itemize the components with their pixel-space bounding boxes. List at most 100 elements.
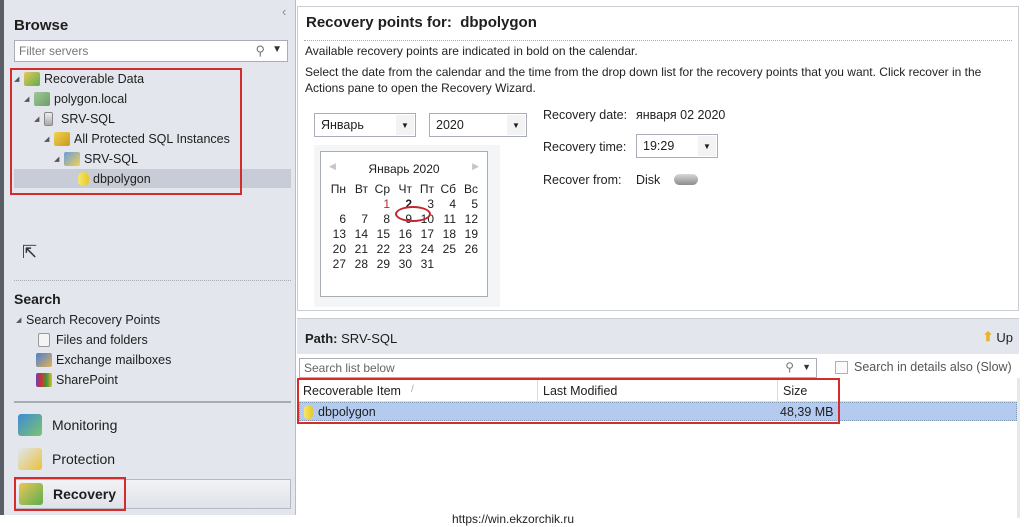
calendar-day[interactable]: 7 (349, 212, 371, 227)
list-highlight (297, 378, 840, 424)
tree-item-label: Recoverable Data (44, 72, 145, 86)
expand-icon[interactable]: ◢ (44, 135, 54, 143)
server-icon (44, 112, 53, 126)
calendar-day[interactable]: 30 (393, 257, 415, 272)
tree-item-server[interactable]: ◢ SRV-SQL (34, 109, 115, 129)
weekday-header: Вс (463, 182, 478, 196)
dropdown-arrow-icon[interactable]: ▼ (396, 115, 414, 135)
calendar-day[interactable]: 11 (437, 212, 459, 227)
calendar-day[interactable]: 29 (371, 257, 393, 272)
calendar-day[interactable]: 12 (459, 212, 481, 227)
dropdown-arrow-icon[interactable]: ▼ (698, 136, 716, 156)
info-text-2: Select the date from the calendar and th… (305, 65, 982, 95)
expand-icon[interactable]: ◢ (14, 75, 24, 83)
month-select[interactable]: Январь ▼ (314, 113, 416, 137)
search-heading: Search (14, 291, 61, 307)
up-arrow-icon: ⬆ (982, 329, 994, 344)
calendar-day[interactable]: 28 (349, 257, 371, 272)
calendar-day[interactable]: 24 (415, 242, 437, 257)
recovery-date-label: Recovery date: (543, 108, 628, 122)
calendar-day[interactable]: 20 (327, 242, 349, 257)
search-item-sharepoint[interactable]: SharePoint (36, 373, 118, 387)
calendar-grid: Пн Вт Ср Чт Пт Сб Вс 1 2 3 4 5 6 7 8 9 10 11 12 13 14 15 16 17 1… (327, 182, 481, 272)
calendar-day[interactable]: 31 (415, 257, 437, 272)
calendar-day[interactable]: 27 (327, 257, 349, 272)
divider (304, 40, 1012, 41)
path-bar: Path: SRV-SQL ⬆ Up (297, 318, 1019, 354)
calendar-day[interactable]: 23 (393, 242, 415, 257)
nav-protection[interactable]: Protection (14, 444, 291, 474)
calendar-day[interactable]: 18 (437, 227, 459, 242)
recovery-highlight (14, 477, 126, 511)
chevron-down-icon[interactable]: ▼ (802, 362, 811, 372)
title-prefix: Recovery points for: (306, 14, 452, 31)
search-item-label: Exchange mailboxes (56, 353, 172, 367)
search-recovery-points[interactable]: ◢ Search Recovery Points (16, 313, 160, 327)
search-root-label: Search Recovery Points (26, 313, 161, 327)
disk-icon (674, 174, 698, 185)
tree-item-label: dbpolygon (93, 172, 151, 186)
path-value: SRV-SQL (341, 331, 398, 346)
year-value: 2020 (436, 118, 464, 132)
recover-from-value: Disk (636, 173, 661, 187)
month-value: Январь (321, 118, 364, 132)
search-item-files[interactable]: Files and folders (38, 333, 148, 347)
recover-from-label: Recover from: (543, 173, 622, 187)
calendar-day[interactable]: 19 (459, 227, 481, 242)
filter-servers-input[interactable]: Filter servers ⚲ ▼ (14, 40, 288, 62)
tree-item-label: SRV-SQL (84, 152, 138, 166)
calendar-day[interactable]: 5 (459, 197, 481, 212)
search-placeholder: Search list below (304, 361, 395, 375)
calendar-day[interactable]: 14 (349, 227, 371, 242)
tree-item-sql-server[interactable]: ◢ SRV-SQL (54, 149, 138, 169)
calendar-day[interactable]: 6 (327, 212, 349, 227)
calendar-day[interactable]: 8 (371, 212, 393, 227)
calendar-day[interactable]: 4 (437, 197, 459, 212)
tree-item-sql-instances[interactable]: ◢ All Protected SQL Instances (44, 129, 230, 149)
calendar-day[interactable]: 22 (371, 242, 393, 257)
search-list-input[interactable]: Search list below ⚲ ▼ (299, 358, 817, 378)
search-icon[interactable]: ⚲ (785, 360, 794, 374)
expand-icon[interactable]: ◢ (16, 316, 26, 324)
calendar-day[interactable]: 1 (371, 197, 393, 212)
watermark: https://win.ekzorchik.ru (452, 512, 575, 526)
nav-monitoring[interactable]: Monitoring (14, 410, 291, 440)
title-target: dbpolygon (460, 14, 537, 31)
checkbox[interactable] (835, 360, 848, 374)
tree-item-database[interactable]: dbpolygon (78, 169, 151, 189)
calendar-container: ◀ Январь 2020 ▶ Пн Вт Ср Чт Пт Сб Вс 1 2 3 4 5 6 7 8 9 1… (314, 145, 500, 307)
calendar-blank (349, 197, 371, 212)
weekday-header: Чт (398, 182, 413, 196)
calendar-day[interactable]: 25 (437, 242, 459, 257)
expand-icon[interactable]: ◢ (54, 155, 64, 163)
calendar-day[interactable]: 16 (393, 227, 415, 242)
search-details-checkbox[interactable]: Search in details also (Slow) (835, 360, 1012, 374)
divider (14, 401, 291, 403)
scrollbar[interactable] (1017, 378, 1020, 518)
tree-item-recoverable-data[interactable]: ◢ Recoverable Data (14, 69, 144, 89)
calendar-day[interactable]: 15 (371, 227, 393, 242)
chevron-down-icon[interactable]: ▼ (272, 44, 282, 55)
exchange-icon (36, 353, 52, 367)
calendar-day[interactable]: 26 (459, 242, 481, 257)
navigation-pane: ‹ Browse Filter servers ⚲ ▼ ◢ Recoverabl… (0, 0, 296, 515)
calendar-header: Январь 2020 (368, 162, 440, 176)
next-month-icon[interactable]: ▶ (472, 161, 479, 172)
nav-label: Monitoring (52, 417, 118, 433)
expand-icon[interactable]: ◢ (24, 95, 34, 103)
calendar-day[interactable]: 21 (349, 242, 371, 257)
sql-instances-icon (54, 132, 70, 146)
recoverable-data-icon (24, 72, 40, 86)
calendar-day[interactable]: 13 (327, 227, 349, 242)
up-button[interactable]: ⬆ Up (982, 329, 1013, 345)
recovery-time-select[interactable]: 19:29 ▼ (636, 134, 718, 158)
calendar-day[interactable]: 17 (415, 227, 437, 242)
tree-item-domain[interactable]: ◢ polygon.local (24, 89, 127, 109)
expand-icon[interactable]: ◢ (34, 115, 44, 123)
weekday-header: Пн (330, 182, 346, 196)
year-select[interactable]: 2020 ▼ (429, 113, 527, 137)
dropdown-arrow-icon[interactable]: ▼ (507, 115, 525, 135)
search-item-exchange[interactable]: Exchange mailboxes (36, 353, 171, 367)
collapse-pane-icon[interactable]: ‹ (282, 4, 286, 19)
search-icon[interactable]: ⚲ (255, 43, 265, 59)
